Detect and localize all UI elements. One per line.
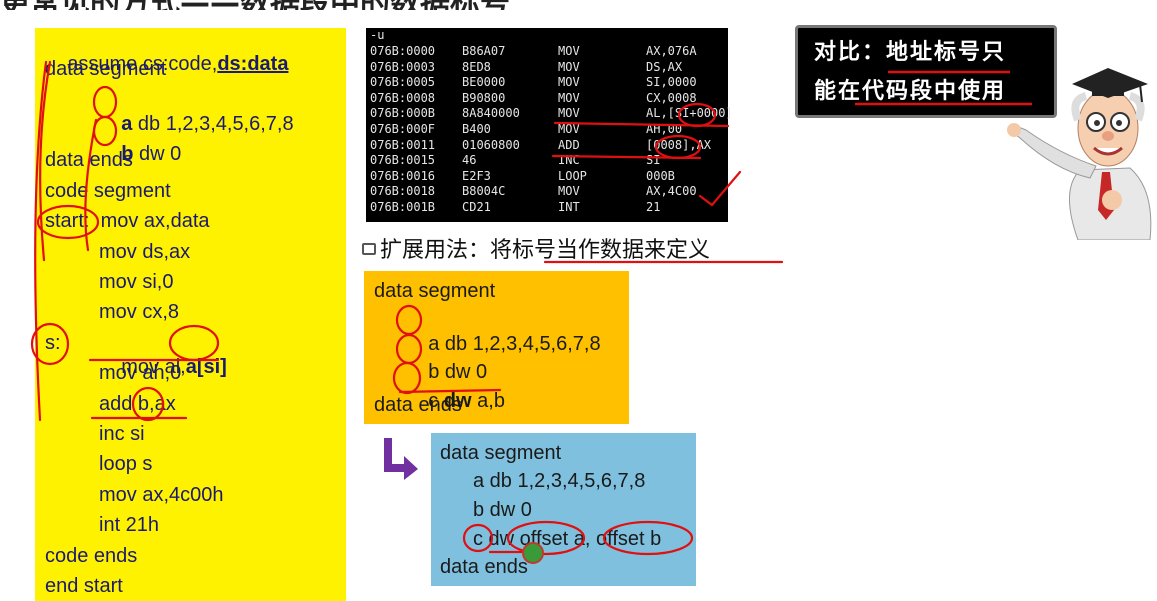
slide-title: 更常见的方式——数据段中的数据标号: [0, 0, 720, 10]
row-operands: 21: [646, 200, 661, 214]
row-opcode: ADD: [558, 137, 580, 152]
row-machine-code: B400: [462, 122, 491, 136]
row-operands: CX,0008: [646, 90, 697, 105]
row-machine-code: B90800: [462, 90, 506, 105]
row-machine-code: 8ED8: [462, 59, 491, 74]
code-line-start: start: mov ax,data: [45, 210, 210, 232]
row-address: 076B:000B: [370, 106, 436, 121]
row-opcode: MOV: [558, 44, 580, 58]
code-line-code-segment: code segment: [45, 180, 171, 202]
row-address: 076B:001B: [370, 200, 436, 214]
professor-mascot-icon: [1007, 68, 1152, 240]
row-operands: SI,0000: [646, 75, 697, 90]
b-dw-rest: dw 0: [133, 143, 182, 165]
blue-c-line: c dw offset a, offset b: [473, 528, 662, 550]
row-opcode: MOV: [558, 184, 580, 199]
code-line-data-ends: data ends: [45, 149, 133, 171]
blue-a-line: a db 1,2,3,4,5,6,7,8: [473, 470, 646, 492]
code-line-mov-si: mov si,0: [99, 271, 174, 293]
blue-data-ends: data ends: [440, 556, 528, 578]
bullet-icon: [362, 243, 376, 255]
row-machine-code: CD21: [462, 200, 491, 214]
row-opcode: MOV: [558, 122, 580, 136]
offset-equivalent-example: data segment a db 1,2,3,4,5,6,7,8 b dw 0…: [431, 433, 696, 586]
code-line-int21: int 21h: [99, 514, 160, 536]
row-address: 076B:0016: [370, 168, 436, 183]
row-address: 076B:0003: [370, 59, 436, 74]
a-si-operand: a[si]: [185, 356, 227, 378]
blue-b-line: b dw 0: [473, 499, 532, 521]
assume-ds-data: ds:data: [217, 53, 289, 75]
row-operands: SI: [646, 153, 661, 168]
code-line-inc-si: inc si: [99, 423, 145, 445]
row-machine-code: B86A07: [462, 44, 506, 58]
row-operands: AL,[SI+0000]: [646, 106, 733, 121]
row-operands: AH,00: [646, 122, 683, 136]
row-address: 076B:0008: [370, 90, 436, 105]
row-address: 076B:0018: [370, 184, 436, 199]
code-line-add-b: add b,ax: [99, 393, 176, 415]
extension-heading-text: 扩展用法：将标号当作数据来定义: [380, 238, 711, 263]
row-address: 076B:0011: [370, 137, 436, 152]
blue-data-segment: data segment: [440, 442, 562, 464]
row-opcode: MOV: [558, 75, 580, 90]
turn-down-right-arrow-icon: [384, 438, 418, 480]
row-opcode: MOV: [558, 106, 580, 121]
row-operands: [0008],AX: [646, 137, 712, 152]
row-machine-code: B8004C: [462, 184, 506, 199]
row-opcode: LOOP: [558, 168, 587, 183]
row-machine-code: BE0000: [462, 75, 506, 90]
row-operands: AX,076A: [646, 44, 697, 58]
code-line-mov-ah: mov ah,0: [99, 362, 182, 384]
orange-data-ends: data ends: [374, 394, 462, 416]
code-line-end-start: end start: [45, 575, 123, 597]
row-address: 076B:000F: [370, 122, 436, 136]
row-operands: DS,AX: [646, 59, 683, 74]
code-line-s-label: s:: [45, 332, 61, 354]
row-address: 076B:0015: [370, 153, 436, 168]
orange-data-segment: data segment: [374, 280, 496, 302]
row-address: 076B:0005: [370, 75, 436, 90]
row-machine-code: 46: [462, 153, 477, 168]
source-code-panel: assume cs:code,ds:data data segment a db…: [35, 28, 346, 601]
row-machine-code: E2F3: [462, 168, 491, 183]
code-line-mov-cx: mov cx,8: [99, 301, 180, 323]
row-address: 076B:0000: [370, 44, 436, 58]
terminal-prompt: -u: [370, 28, 385, 42]
code-line-data-segment: data segment: [45, 58, 167, 80]
code-line-code-ends: code ends: [45, 545, 138, 567]
row-opcode: INC: [558, 153, 580, 168]
code-line-mov-ds: mov ds,ax: [99, 241, 191, 263]
row-machine-code: 8A840000: [462, 106, 520, 121]
label-as-data-example: data segment a db 1,2,3,4,5,6,7,8 b dw 0…: [364, 271, 629, 424]
code-line-mov-ax-4c00: mov ax,4c00h: [99, 484, 224, 506]
debug-terminal: -u 076B:0000 B86A07 MOV AX,076A 076B:0003 8ED…: [366, 28, 733, 222]
row-operands: 000B: [646, 168, 675, 183]
row-opcode: MOV: [558, 59, 580, 74]
row-operands: AX,4C00: [646, 184, 697, 199]
extension-heading: 扩展用法：将标号当作数据来定义: [362, 232, 802, 264]
row-opcode: MOV: [558, 90, 580, 105]
orange-c-rest: a,b: [471, 390, 505, 412]
code-line-loop: loop s: [99, 453, 153, 475]
row-opcode: INT: [558, 200, 580, 214]
row-machine-code: 01060800: [462, 137, 520, 152]
